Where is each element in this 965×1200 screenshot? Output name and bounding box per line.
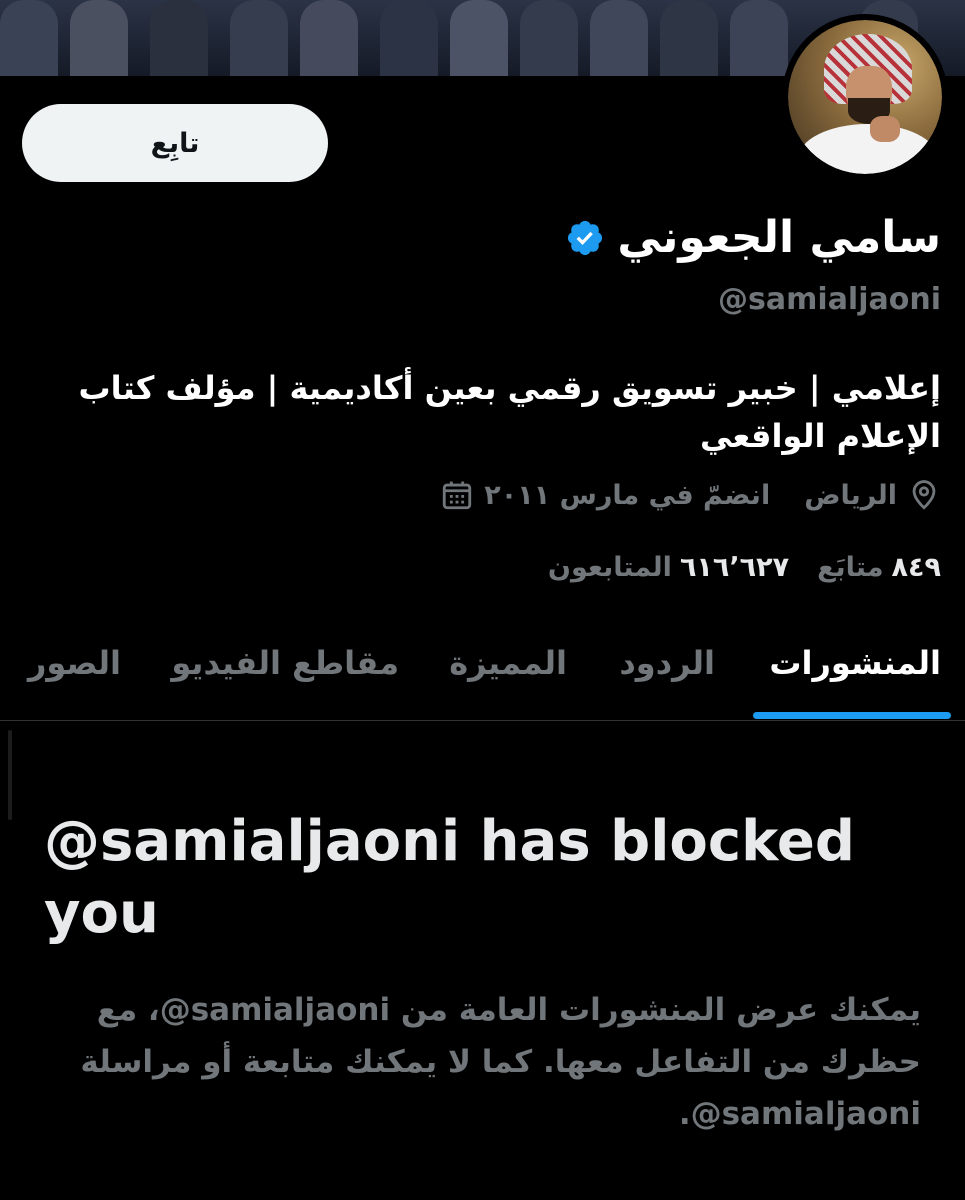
profile-location: الرياض <box>804 478 941 512</box>
banner-figure <box>730 0 788 76</box>
display-name: سامي الجعوني <box>617 212 941 263</box>
profile-tabs: المنشورات الردود المميزة مقاطع الفيديو ا… <box>0 630 965 721</box>
joined-text: انضمّ في مارس ٢٠١١ <box>484 479 771 511</box>
profile-handle: @samialjaoni <box>718 282 941 317</box>
followers-count: ٦١٦٬٦٢٧ <box>679 552 790 583</box>
tab-media[interactable]: الصور <box>28 644 121 682</box>
active-tab-indicator <box>753 712 951 719</box>
profile-meta: الرياض انضمّ في مارس ٢٠١١ <box>440 478 941 512</box>
banner-figure <box>660 0 718 76</box>
following-label: متابَع <box>817 552 884 583</box>
banner-figure <box>520 0 578 76</box>
verified-badge-icon[interactable] <box>565 218 605 258</box>
banner-figure <box>380 0 438 76</box>
following-link[interactable]: ٨٤٩ متابَع <box>817 552 941 583</box>
tab-highlights[interactable]: المميزة <box>449 644 567 682</box>
follow-button[interactable]: تابِع <box>22 104 328 182</box>
following-count: ٨٤٩ <box>891 552 941 583</box>
followers-label: المتابعون <box>547 552 672 583</box>
banner-figure <box>0 0 58 76</box>
blocked-description: يمكنك عرض المنشورات العامة من samialjaon… <box>80 992 921 1132</box>
profile-avatar[interactable] <box>782 14 948 180</box>
calendar-icon <box>443 481 472 510</box>
banner-figure <box>590 0 648 76</box>
tab-videos[interactable]: مقاطع الفيديو <box>171 644 399 682</box>
followers-link[interactable]: ٦١٦٬٦٢٧ المتابعون <box>548 552 789 583</box>
banner-figure <box>150 0 208 76</box>
profile-bio: إعلامي | خبير تسويق رقمي بعين أكاديمية |… <box>78 369 941 455</box>
tab-posts[interactable]: المنشورات <box>769 644 941 682</box>
location-text: الرياض <box>804 479 897 511</box>
tab-replies[interactable]: الردود <box>619 644 715 682</box>
blocked-title: @samialjaoni has blocked you <box>44 809 855 946</box>
profile-stats: ٨٤٩ متابَع ٦١٦٬٦٢٧ المتابعون <box>548 552 941 583</box>
location-pin-icon <box>912 480 936 510</box>
scrollbar[interactable] <box>8 730 12 820</box>
profile-joined: انضمّ في مارس ٢٠١١ <box>440 478 770 512</box>
banner-figure <box>450 0 508 76</box>
banner-figure <box>70 0 128 76</box>
avatar-photo <box>788 20 942 174</box>
banner-figure <box>230 0 288 76</box>
profile-name-row: سامي الجعوني <box>565 212 941 263</box>
banner-figure <box>300 0 358 76</box>
